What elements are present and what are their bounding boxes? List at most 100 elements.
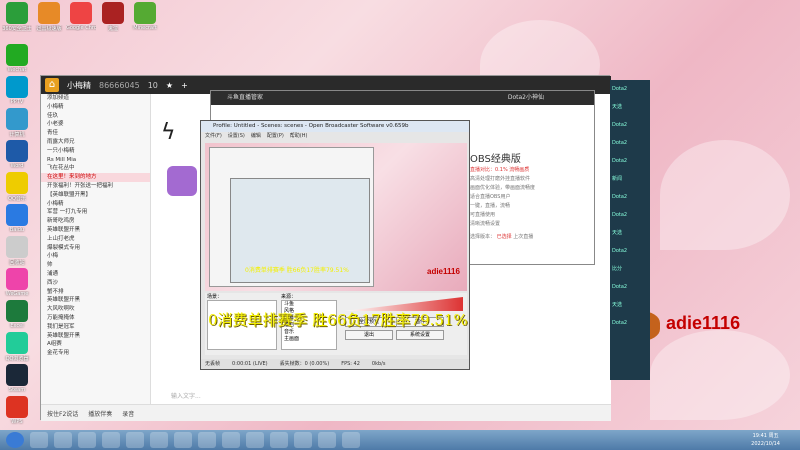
- channel-list-item[interactable]: 上山打老虎: [41, 235, 150, 244]
- channel-list-item[interactable]: 新哥吃鸡房: [41, 217, 150, 226]
- obs-option-b[interactable]: 上次直播: [513, 234, 533, 240]
- channel-list-item[interactable]: 西沙: [41, 279, 150, 288]
- obs-menu-item[interactable]: 帮助(H): [290, 132, 308, 140]
- obs-source-item[interactable]: 主画面: [282, 336, 336, 343]
- channel-list-item[interactable]: 添加频道: [41, 94, 150, 103]
- channel-list-item[interactable]: 英雄联盟开黑: [41, 226, 150, 235]
- desktop-icon[interactable]: Google Chrome: [66, 2, 96, 31]
- game-panel-item[interactable]: Dota2: [610, 278, 650, 296]
- taskbar-app-9[interactable]: [222, 432, 240, 448]
- desktop-icon[interactable]: Wechat: [2, 44, 32, 73]
- music-button[interactable]: 播放伴奏: [88, 409, 112, 418]
- desktop-icon[interactable]: 回收站: [2, 236, 32, 266]
- game-panel-item[interactable]: 新闻: [610, 170, 650, 188]
- desktop-icon[interactable]: Excel: [2, 300, 32, 329]
- taskbar-app-3[interactable]: [78, 432, 96, 448]
- desktop-icon[interactable]: 迅雷极速版: [34, 2, 64, 32]
- taskbar-app-10[interactable]: [246, 432, 264, 448]
- add-icon[interactable]: +: [181, 81, 188, 90]
- channel-list-item[interactable]: 万能掩掩体: [41, 314, 150, 323]
- home-icon[interactable]: ⌂: [45, 78, 59, 92]
- game-panel-item[interactable]: Dota2: [610, 152, 650, 170]
- channel-list-item[interactable]: 小梅: [41, 252, 150, 261]
- game-panel-item[interactable]: Dota2: [610, 134, 650, 152]
- game-panel-item[interactable]: Dota2: [610, 188, 650, 206]
- game-panel-item[interactable]: Dota2: [610, 242, 650, 260]
- taskbar-clock[interactable]: 19:41 周五 2022/10/14: [751, 432, 780, 448]
- game-panel-item[interactable]: 天选: [610, 224, 650, 242]
- channel-list-item[interactable]: 爆裂模式专用: [41, 244, 150, 253]
- channel-list-item[interactable]: 一只小梅精: [41, 147, 150, 156]
- desktop-icon[interactable]: QQ音乐: [2, 172, 32, 202]
- channel-list-item[interactable]: 我们是冠军: [41, 323, 150, 332]
- game-panel-item[interactable]: 天选: [610, 296, 650, 314]
- taskbar-app-6[interactable]: [150, 432, 168, 448]
- start-button[interactable]: [6, 432, 24, 448]
- desktop-icon-label: QQ浏览器: [5, 356, 29, 362]
- game-panel-item[interactable]: Dota2: [610, 80, 650, 98]
- desktop-icon[interactable]: PPTV: [2, 76, 32, 105]
- channel-list-item[interactable]: 【英雄联盟开黑】: [41, 191, 150, 200]
- desktop-icon[interactable]: Minecraft: [130, 2, 160, 31]
- channel-list-item[interactable]: 小梅精: [41, 200, 150, 209]
- game-panel-item[interactable]: 天选: [610, 98, 650, 116]
- desktop-icon[interactable]: Word: [2, 140, 32, 169]
- channel-list-item[interactable]: 飞在花丛中: [41, 164, 150, 173]
- channel-list-item[interactable]: Rs Mill Mia: [41, 156, 150, 165]
- channel-list-item[interactable]: 小老婆: [41, 120, 150, 129]
- taskbar-app-8[interactable]: [198, 432, 216, 448]
- obs-option-a[interactable]: 已选择: [497, 234, 512, 240]
- star-icon[interactable]: ★: [166, 81, 173, 90]
- channel-list-item[interactable]: 英雄联盟开黑: [41, 296, 150, 305]
- record-button[interactable]: 录音: [122, 409, 134, 418]
- desktop-icon[interactable]: 360安全卫士: [2, 2, 32, 32]
- desktop-icon[interactable]: Baidu: [2, 204, 32, 233]
- channel-list-item[interactable]: 雨露大师兄: [41, 138, 150, 147]
- obs-info-line: 清晰流畅设置: [470, 221, 501, 227]
- taskbar-app-14[interactable]: [342, 432, 360, 448]
- channel-list-item[interactable]: 蟹不排: [41, 288, 150, 297]
- obs-menu-item[interactable]: 文件(F): [205, 132, 222, 140]
- channel-list-item[interactable]: 军营 一打九专用: [41, 208, 150, 217]
- taskbar-app-7[interactable]: [174, 432, 192, 448]
- channel-list-item[interactable]: 英雄联盟开黑: [41, 332, 150, 341]
- channel-list-item[interactable]: 帅: [41, 261, 150, 270]
- desktop-icon[interactable]: 鬼泣: [98, 2, 128, 32]
- channel-list-item[interactable]: 金花专用: [41, 349, 150, 358]
- game-panel-item[interactable]: Dota2: [610, 206, 650, 224]
- taskbar-app-12[interactable]: [294, 432, 312, 448]
- obs-source-item[interactable]: 斗鱼: [282, 301, 336, 308]
- taskbar-app-4[interactable]: [102, 432, 120, 448]
- taskbar-app-11[interactable]: [270, 432, 288, 448]
- channel-list-item[interactable]: 开张福利！开张送一把福利: [41, 182, 150, 191]
- taskbar-app-5[interactable]: [126, 432, 144, 448]
- desktop-icon[interactable]: WeGame: [2, 268, 32, 297]
- obs-info-red-line: 直播对比：0.1% 流畅画质: [470, 167, 530, 173]
- voice-button[interactable]: 按住F2说话: [47, 409, 78, 418]
- obs-source-item[interactable]: 音乐: [282, 329, 336, 336]
- channel-list-item[interactable]: 佳玖: [41, 112, 150, 121]
- game-panel-item[interactable]: Dota2: [610, 314, 650, 332]
- taskbar-app-1[interactable]: [30, 432, 48, 448]
- channel-list-item[interactable]: A组赛: [41, 340, 150, 349]
- desktop-icon[interactable]: QQ浏览器: [2, 332, 32, 362]
- app-icon: [102, 2, 124, 24]
- desktop-icon[interactable]: 计算机: [2, 108, 32, 138]
- game-panel-item[interactable]: Dota2: [610, 116, 650, 134]
- game-panel-item[interactable]: 比分: [610, 260, 650, 278]
- obs-menu-item[interactable]: 配置(P): [267, 132, 284, 140]
- obs-menu-item[interactable]: 设置(S): [228, 132, 245, 140]
- taskbar-app-13[interactable]: [318, 432, 336, 448]
- channel-list-item[interactable]: 小梅精: [41, 103, 150, 112]
- desktop-icon[interactable]: WPS: [2, 396, 32, 425]
- desktop-icon[interactable]: Steam: [2, 364, 32, 393]
- obs-button[interactable]: 退出: [345, 330, 393, 340]
- channel-list-item[interactable]: 浦通: [41, 270, 150, 279]
- obs-button[interactable]: 系统设置: [396, 330, 444, 340]
- channel-list-item[interactable]: 在这里！来到的地方: [41, 173, 150, 182]
- taskbar-app-2[interactable]: [54, 432, 72, 448]
- channel-list-item[interactable]: 青佳: [41, 129, 150, 138]
- obs-menu-item[interactable]: 编辑: [251, 132, 261, 140]
- channel-list-item[interactable]: 大风吹啊吹: [41, 305, 150, 314]
- chat-input[interactable]: 输入文字...: [171, 391, 201, 400]
